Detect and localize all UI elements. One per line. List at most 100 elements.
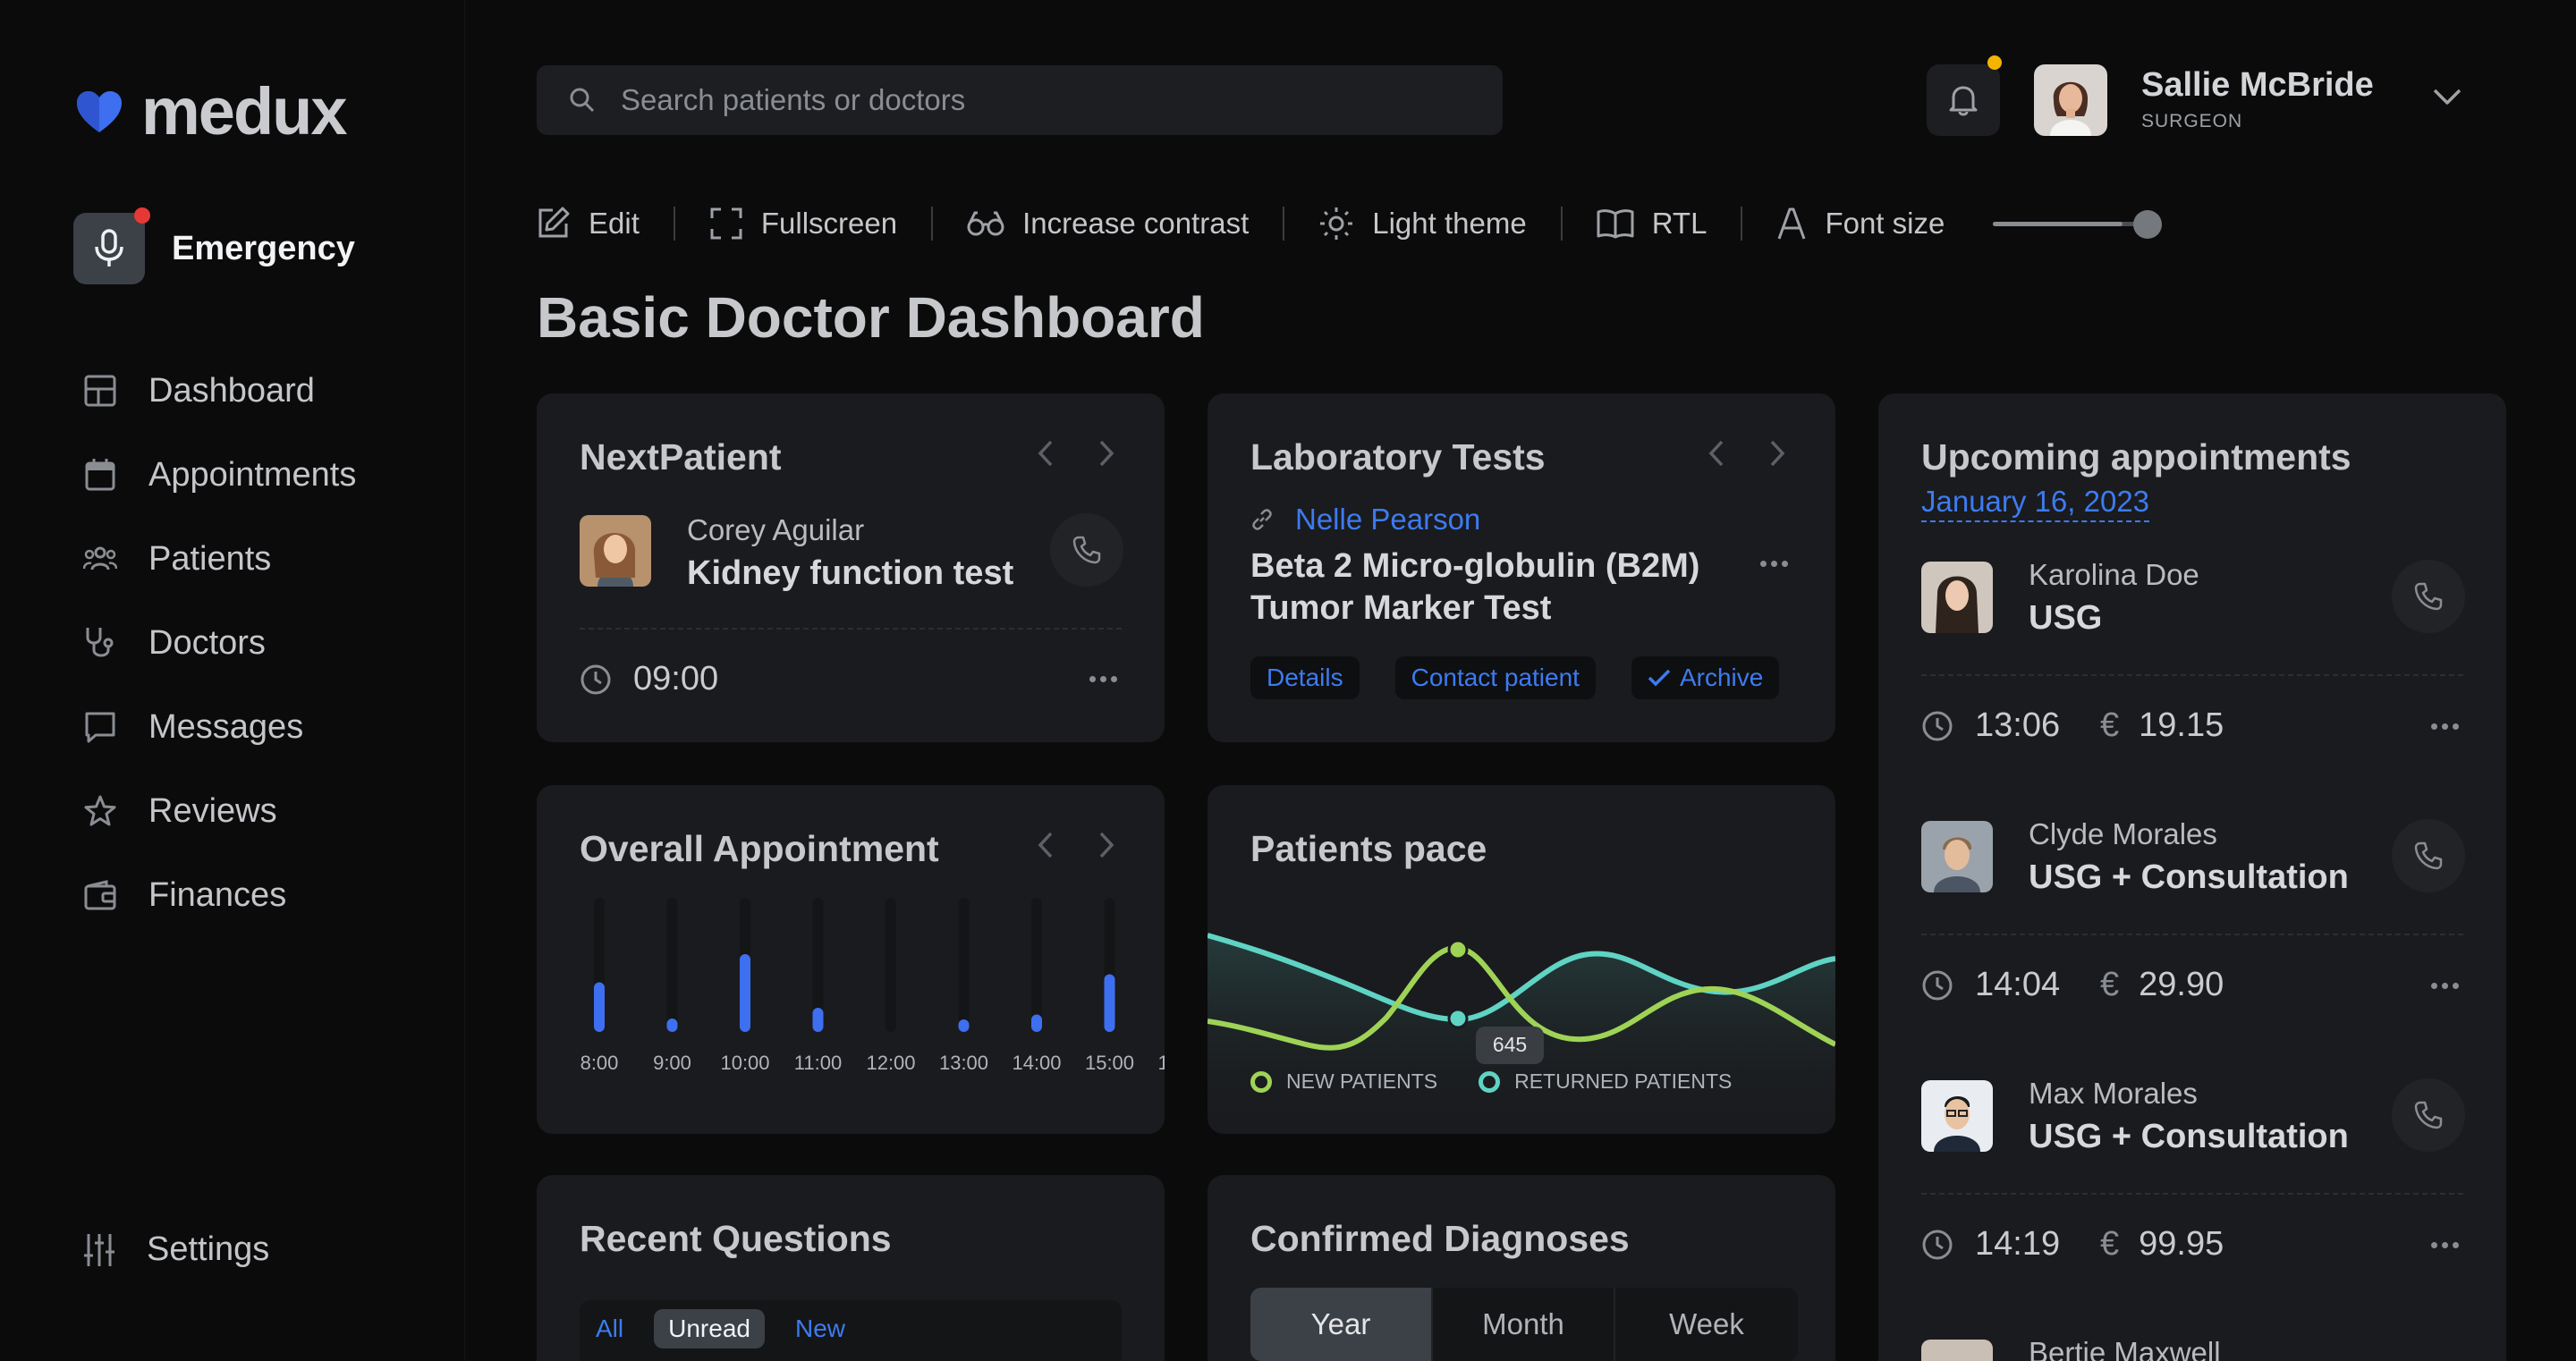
call-button[interactable] [2392, 560, 2465, 633]
card-title: Upcoming appointments [1921, 436, 2351, 478]
contact-patient-button[interactable]: Contact patient [1394, 656, 1596, 699]
sidebar-item-dashboard[interactable]: Dashboard [82, 349, 356, 433]
filter-new[interactable]: New [781, 1309, 860, 1348]
stethoscope-icon [82, 625, 118, 661]
slider-handle[interactable] [2132, 210, 2162, 239]
confirmed-diagnoses-card: Confirmed Diagnoses Year Month Week [1208, 1175, 1835, 1361]
patient-avatar[interactable] [1921, 1080, 1993, 1152]
sidebar-item-messages[interactable]: Messages [82, 685, 356, 769]
x-tick-label: 16:00 [1157, 1052, 1165, 1074]
appointment-info: Clyde Morales USG + Consultation [2029, 817, 2349, 897]
font-size-slider[interactable] [1993, 208, 2172, 239]
time-value: 14:04 [1975, 966, 2061, 1003]
bar[interactable] [594, 982, 605, 1033]
appointment-type: USG + Consultation [2029, 1118, 2349, 1155]
patient-avatar[interactable] [1921, 1340, 1993, 1361]
patient-link[interactable]: Nelle Pearson [1250, 503, 1480, 537]
tab-month[interactable]: Month [1433, 1288, 1615, 1361]
patient-avatar[interactable] [1921, 562, 1993, 633]
emergency-button[interactable]: Emergency [73, 207, 355, 284]
call-button[interactable] [2392, 819, 2465, 892]
divider [1921, 1193, 2463, 1195]
details-button[interactable]: Details [1250, 656, 1360, 699]
font-size-control[interactable]: Font size [1776, 207, 1945, 241]
user-avatar[interactable] [2034, 64, 2107, 136]
light-theme-button[interactable]: Light theme [1318, 206, 1527, 241]
more-options-icon[interactable] [2431, 723, 2459, 730]
settings-label: Settings [147, 1230, 270, 1268]
chevron-right-icon[interactable] [1091, 438, 1122, 469]
bar[interactable] [666, 1019, 678, 1032]
returned-patients-point[interactable] [1447, 1008, 1469, 1029]
bar[interactable] [740, 954, 750, 1032]
x-tick-label: 15:00 [1085, 1052, 1134, 1074]
bar[interactable] [1104, 974, 1115, 1033]
increase-contrast-button[interactable]: Increase contrast [967, 207, 1249, 241]
more-options-icon[interactable] [2431, 983, 2459, 989]
more-options-icon[interactable] [2431, 1242, 2459, 1248]
sidebar-item-settings[interactable]: Settings [82, 1230, 269, 1269]
new-patients-point[interactable] [1447, 939, 1469, 960]
appointment-type: USG + Consultation [2029, 858, 2349, 896]
more-options-icon[interactable] [1089, 676, 1117, 682]
font-size-icon [1776, 207, 1807, 241]
patient-avatar[interactable] [1921, 821, 1993, 892]
bar-track [666, 898, 678, 1032]
bar[interactable] [958, 1019, 970, 1032]
price-value: 29.90 [2139, 966, 2224, 1003]
card-title: NextPatient [580, 436, 782, 478]
chevron-left-icon[interactable] [1701, 438, 1732, 469]
search-bar[interactable] [537, 65, 1503, 135]
chevron-left-icon[interactable] [1030, 438, 1061, 469]
fullscreen-button[interactable]: Fullscreen [709, 207, 897, 241]
chevron-right-icon[interactable] [1762, 438, 1792, 469]
euro-icon: € [2100, 966, 2120, 1003]
chevron-down-icon[interactable] [2429, 79, 2465, 114]
sidebar-item-label: Appointments [148, 455, 357, 494]
slider-fill [1993, 222, 2123, 226]
sidebar-item-finances[interactable]: Finances [82, 853, 356, 937]
contrast-label: Increase contrast [1022, 207, 1250, 240]
call-button[interactable] [1050, 513, 1123, 587]
notifications-button[interactable] [1927, 55, 2002, 136]
test-name: Beta 2 Micro-globulin (B2M) Tumor Marker… [1250, 545, 1699, 630]
tab-week[interactable]: Week [1615, 1288, 1798, 1361]
call-button[interactable] [2392, 1078, 2465, 1152]
x-tick-label: 14:00 [1012, 1052, 1061, 1074]
link-icon [1250, 508, 1274, 531]
phone-icon [2413, 1100, 2444, 1130]
bar-track [1031, 898, 1042, 1032]
test-line-2: Tumor Marker Test [1250, 589, 1552, 627]
sidebar-item-doctors[interactable]: Doctors [82, 601, 356, 685]
patient-info: Corey Aguilar Kidney function test [687, 513, 1013, 593]
more-options-icon[interactable] [1760, 561, 1788, 567]
legend-marker-new [1250, 1070, 1272, 1093]
lab-actions: Details Contact patient Archive [1250, 656, 1780, 699]
sidebar-item-patients[interactable]: Patients [82, 517, 356, 601]
archive-button[interactable]: Archive [1631, 656, 1780, 699]
bar-track [886, 898, 896, 1032]
filter-unread[interactable]: Unread [654, 1309, 765, 1348]
logo[interactable]: medux [75, 73, 348, 149]
toolbar-divider [673, 207, 675, 241]
bar[interactable] [812, 1008, 824, 1032]
tab-year[interactable]: Year [1250, 1288, 1433, 1361]
sidebar-item-appointments[interactable]: Appointments [82, 433, 356, 517]
patients-icon [82, 541, 118, 577]
period-selector: Year Month Week [1250, 1288, 1798, 1361]
rtl-button[interactable]: RTL [1597, 207, 1707, 241]
sidebar-item-reviews[interactable]: Reviews [82, 769, 356, 853]
bar[interactable] [1031, 1014, 1042, 1033]
x-tick-label: 8:00 [580, 1052, 619, 1074]
edit-button[interactable]: Edit [535, 206, 640, 241]
filter-all[interactable]: All [581, 1309, 638, 1348]
fullscreen-icon [709, 207, 743, 241]
bell-icon [1948, 84, 1979, 116]
patient-avatar[interactable] [580, 515, 651, 587]
search-input[interactable] [621, 83, 1426, 117]
x-tick-label: 10:00 [720, 1052, 769, 1074]
patient-name: Nelle Pearson [1295, 503, 1481, 536]
date-picker[interactable]: January 16, 2023 [1921, 485, 2150, 522]
recent-questions-card: Recent Questions All Unread New [537, 1175, 1165, 1361]
user-name: Sallie McBride [2141, 66, 2374, 104]
